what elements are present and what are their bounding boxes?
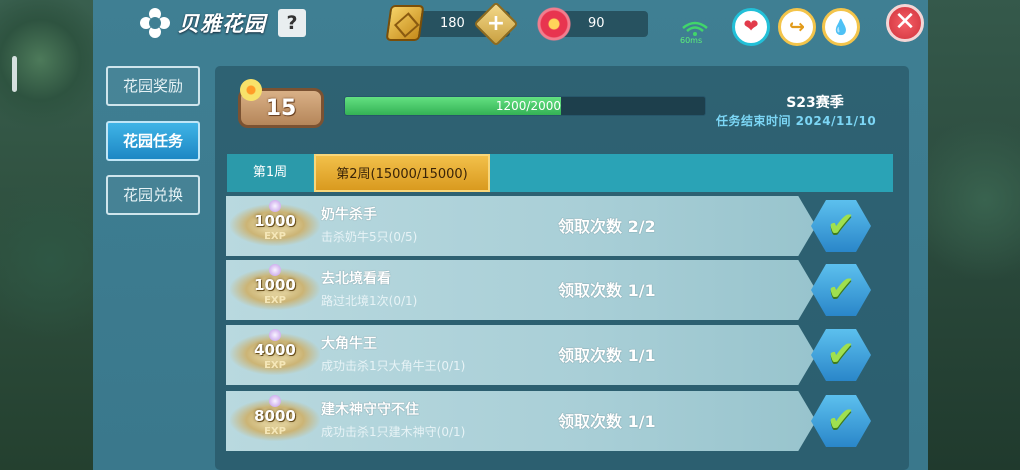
claim-button[interactable]: ✔ [811, 329, 871, 381]
heart-icon[interactable] [732, 8, 770, 46]
exp-amount: 1000 [254, 212, 296, 230]
task-name: 奶牛杀手 [321, 207, 377, 223]
exp-badge: 8000 EXP [230, 395, 320, 447]
task-desc: 成功击杀1只建木神守(0/1) [321, 425, 466, 439]
sign-flower-icon [240, 79, 262, 101]
task-desc: 路过北境1次(0/1) [321, 294, 418, 308]
task-desc: 成功击杀1只大角牛王(0/1) [321, 359, 466, 373]
exp-amount: 4000 [254, 341, 296, 359]
sidebar-item-garden-exchange[interactable]: 花园兑换 [106, 175, 200, 215]
swap-icon[interactable] [778, 8, 816, 46]
exp-label: EXP [264, 295, 286, 306]
task-row: 1000 EXP 去北境看看 路过北境1次(0/1) 领取次数 1/1 [226, 260, 816, 320]
exp-badge: 1000 EXP [230, 264, 320, 316]
task-name: 建木神守守不住 [321, 402, 419, 418]
task-name: 大角牛王 [321, 336, 377, 352]
claim-count: 领取次数 1/1 [558, 281, 656, 300]
badge-gem-icon [269, 200, 281, 212]
gem-icon [536, 7, 572, 41]
claim-count: 领取次数 1/1 [558, 346, 656, 365]
progress-text: 1200/2000 [495, 99, 561, 113]
panel-header: 贝雅花园 ? [140, 6, 306, 40]
season-end-time: 任务结束时间 2024/11/10 [716, 114, 877, 128]
claim-count: 领取次数 2/2 [558, 217, 656, 236]
wifi-icon [682, 21, 708, 36]
claim-button[interactable]: ✔ [811, 395, 871, 447]
task-row: 4000 EXP 大角牛王 成功击杀1只大角牛王(0/1) 领取次数 1/1 [226, 325, 816, 385]
ping-label: 60ms [680, 36, 703, 45]
level-progress-bar: 1200/2000 [344, 96, 706, 116]
flower-icon [140, 8, 170, 38]
plus-icon: + [486, 11, 506, 36]
check-icon: ✔ [826, 400, 856, 440]
task-name: 去北境看看 [321, 271, 391, 287]
sidebar-item-garden-tasks[interactable]: 花园任务 [106, 121, 200, 161]
exp-label: EXP [264, 426, 286, 437]
tab-week-1[interactable]: 第1周 [227, 154, 313, 192]
help-icon[interactable]: ? [278, 9, 306, 37]
exp-badge: 4000 EXP [230, 329, 320, 381]
task-desc: 击杀奶牛5只(0/5) [321, 230, 418, 244]
badge-gem-icon [269, 329, 281, 341]
claim-button[interactable]: ✔ [811, 264, 871, 316]
page-title: 贝雅花园 [178, 11, 266, 36]
exp-label: EXP [264, 360, 286, 371]
sidebar-item-garden-rewards[interactable]: 花园奖励 [106, 66, 200, 106]
exp-label: EXP [264, 231, 286, 242]
badge-gem-icon [269, 395, 281, 407]
gold-amount: 180 [440, 16, 465, 31]
side-drawer-handle[interactable] [12, 56, 17, 92]
gem-amount: 90 [588, 16, 605, 31]
gold-icon [385, 5, 425, 41]
close-button[interactable]: ✕ [886, 4, 924, 42]
drop-icon[interactable] [822, 8, 860, 46]
check-icon: ✔ [826, 269, 856, 309]
claim-count: 领取次数 1/1 [558, 412, 656, 431]
season-name: S23赛季 [786, 95, 844, 111]
check-icon: ✔ [826, 205, 856, 245]
exp-amount: 8000 [254, 407, 296, 425]
task-row: 8000 EXP 建木神守守不住 成功击杀1只建木神守(0/1) 领取次数 1/… [226, 391, 816, 451]
check-icon: ✔ [826, 334, 856, 374]
tab-week-2[interactable]: 第2周(15000/15000) [314, 154, 490, 192]
background-foliage-right [925, 0, 1020, 470]
badge-gem-icon [269, 264, 281, 276]
exp-badge: 1000 EXP [230, 200, 320, 252]
task-row: 1000 EXP 奶牛杀手 击杀奶牛5只(0/5) 领取次数 2/2 [226, 196, 816, 256]
claim-button[interactable]: ✔ [811, 200, 871, 252]
exp-amount: 1000 [254, 276, 296, 294]
